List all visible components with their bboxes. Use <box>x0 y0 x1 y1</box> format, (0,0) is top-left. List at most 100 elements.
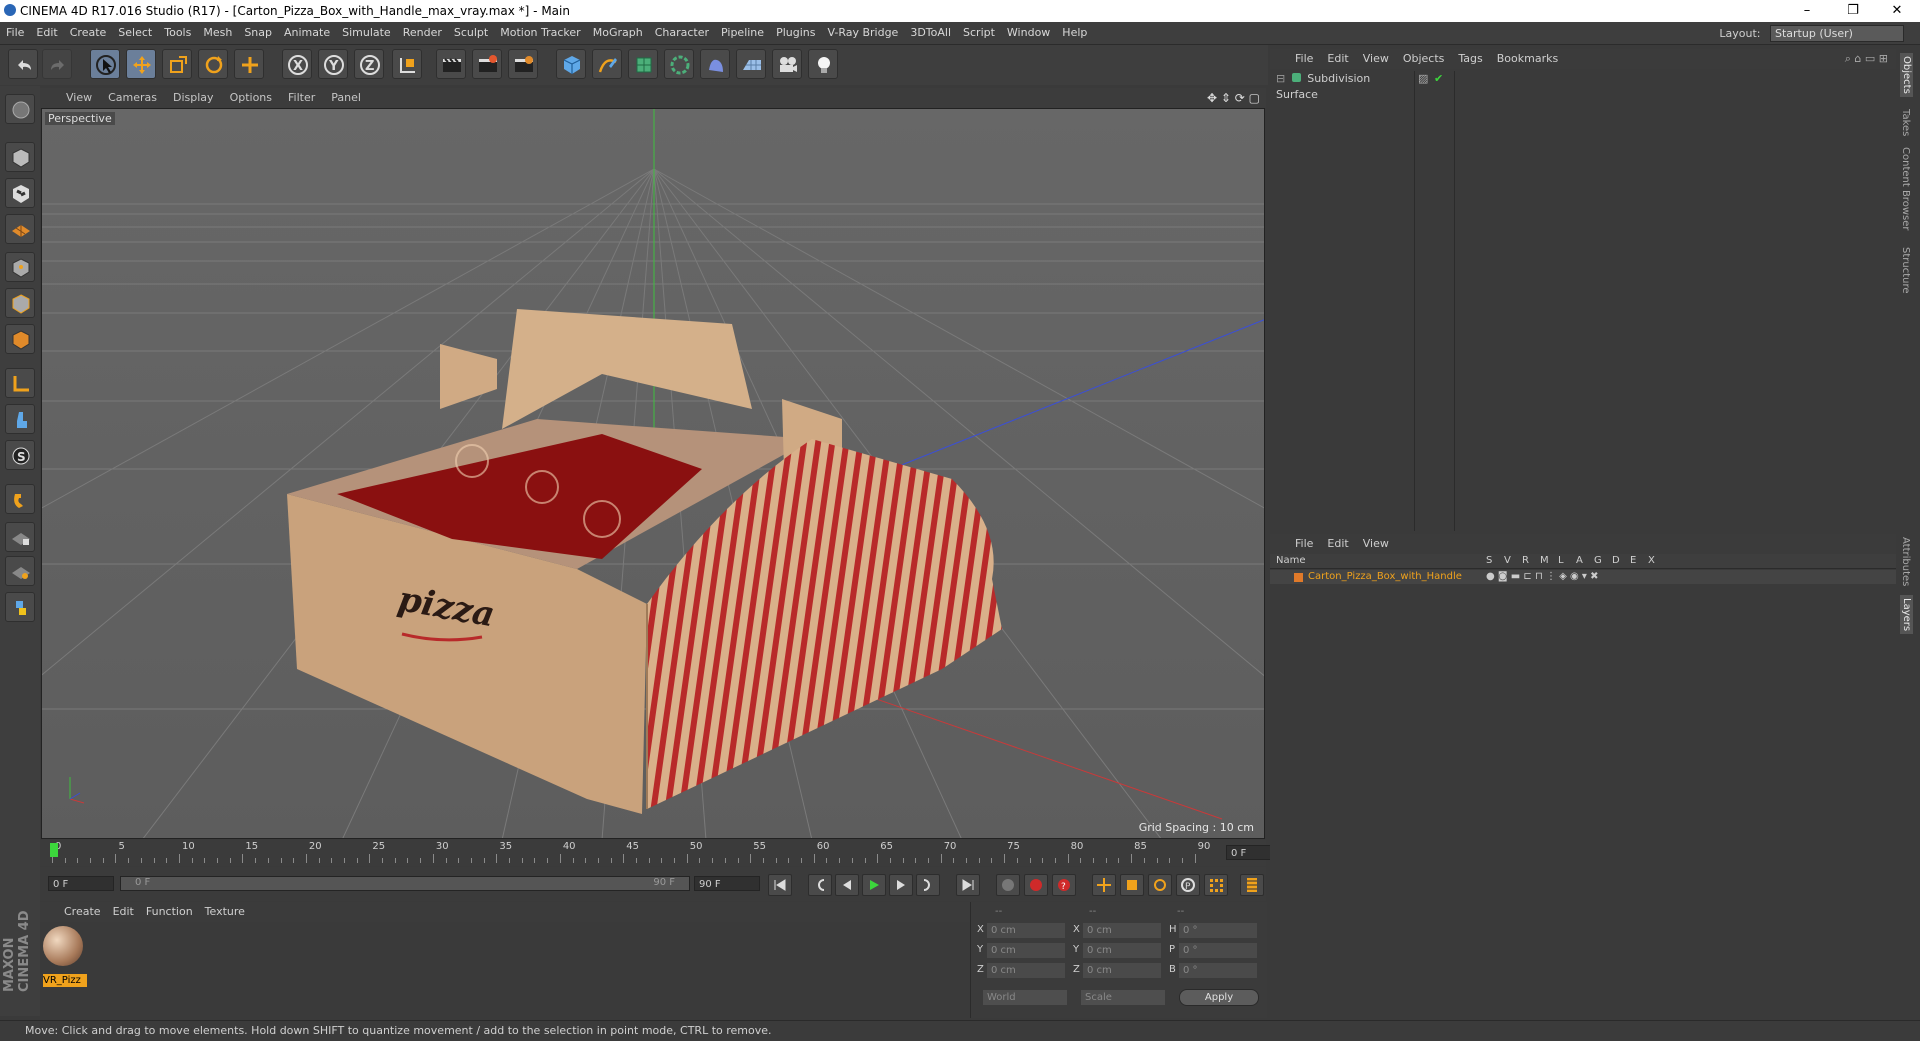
layer-color-swatch[interactable] <box>1294 573 1303 582</box>
side-tab-attributes[interactable]: Attributes <box>1900 537 1911 586</box>
apply-button[interactable]: Apply <box>1179 989 1259 1006</box>
camera-icon[interactable] <box>772 49 802 79</box>
rot-b-field[interactable]: 0 ° <box>1179 963 1257 978</box>
obj-menu-objects[interactable]: Objects <box>1396 49 1452 69</box>
enabled-check-icon[interactable]: ✔ <box>1434 72 1443 85</box>
layer-flag-icons[interactable]: ● ◙ ▬ ⊏ ⊓ ⋮ ◈ ◉ ▾ ✖ <box>1486 570 1598 584</box>
move-icon[interactable] <box>126 49 156 79</box>
obj-menu-bookmarks[interactable]: Bookmarks <box>1490 49 1565 69</box>
layer-flag-column-e[interactable]: E <box>1630 554 1636 568</box>
vp-menu-view[interactable]: View <box>58 88 100 108</box>
tweak-mode-icon[interactable] <box>5 404 35 434</box>
menu-snap[interactable]: Snap <box>238 22 278 44</box>
menu-character[interactable]: Character <box>649 22 715 44</box>
key-rotation-icon[interactable] <box>1148 874 1172 896</box>
side-tab-structure[interactable]: Structure <box>1900 247 1911 294</box>
menu-mograph[interactable]: MoGraph <box>587 22 649 44</box>
obj-menu-file[interactable]: File <box>1288 49 1320 69</box>
world-coord-icon[interactable] <box>392 49 422 79</box>
coord-system-dropdown[interactable]: World <box>983 990 1067 1005</box>
rot-h-field[interactable]: 0 ° <box>1179 923 1257 938</box>
obj-manager-search-icon[interactable]: ⌕ ⌂ ▭ ⊞ <box>1845 52 1888 66</box>
perspective-viewport[interactable]: pizza Perspective Grid Spacing : 10 cm <box>41 108 1265 839</box>
undo-icon[interactable] <box>8 49 38 79</box>
menu-mesh[interactable]: Mesh <box>197 22 238 44</box>
magnet-icon[interactable] <box>5 484 35 514</box>
render-picture-icon[interactable] <box>472 49 502 79</box>
playhead-marker[interactable] <box>50 843 58 857</box>
vp-menu-display[interactable]: Display <box>165 88 222 108</box>
edges-mode-icon[interactable] <box>5 288 35 318</box>
end-frame-field[interactable]: 90 F <box>694 876 760 891</box>
layer-flag-column-l[interactable]: L <box>1558 554 1564 568</box>
layer-menu-view[interactable]: View <box>1356 534 1396 554</box>
model-mode-icon[interactable] <box>5 142 35 172</box>
side-tab-content-browser[interactable]: Content Browser <box>1900 147 1911 230</box>
range-slider[interactable]: 0 F 90 F <box>120 876 690 891</box>
size-z-field[interactable]: 0 cm <box>1083 963 1161 978</box>
size-x-field[interactable]: 0 cm <box>1083 923 1161 938</box>
start-frame-field[interactable]: 0 F <box>48 876 114 891</box>
subdivision-icon[interactable] <box>628 49 658 79</box>
layer-flag-column-m[interactable]: M <box>1540 554 1549 568</box>
select-arrow-icon[interactable] <box>90 49 120 79</box>
minimize-button[interactable]: – <box>1784 0 1830 22</box>
timeline-window-icon[interactable] <box>1240 874 1264 896</box>
goto-end-icon[interactable] <box>956 874 980 896</box>
side-tab-layers[interactable]: Layers <box>1900 595 1913 635</box>
menu-select[interactable]: Select <box>112 22 158 44</box>
redo-icon[interactable] <box>42 49 72 79</box>
menu-pipeline[interactable]: Pipeline <box>715 22 770 44</box>
python-icon[interactable] <box>5 592 35 622</box>
planar-workplane-icon[interactable] <box>5 556 35 586</box>
object-row-subdivision-surface[interactable]: ⊟ Subdivision Surface <box>1270 71 1414 101</box>
size-y-field[interactable]: 0 cm <box>1083 943 1161 958</box>
layer-menu-file[interactable]: File <box>1288 534 1320 554</box>
obj-menu-view[interactable]: View <box>1356 49 1396 69</box>
menu-plugins[interactable]: Plugins <box>770 22 821 44</box>
floor-icon[interactable] <box>736 49 766 79</box>
menu-simulate[interactable]: Simulate <box>336 22 397 44</box>
goto-start-icon[interactable] <box>768 874 792 896</box>
texture-mode-icon[interactable] <box>5 178 35 208</box>
expand-toggle-icon[interactable]: ⊟ <box>1276 72 1285 85</box>
menu-create[interactable]: Create <box>64 22 113 44</box>
menu-sculpt[interactable]: Sculpt <box>448 22 494 44</box>
frame-ruler[interactable]: 0 5 10 15 20 25 30 35 40 45 50 55 60 65 70 75 80 85 90 <box>52 840 1220 866</box>
menu-window[interactable]: Window <box>1001 22 1056 44</box>
size-mode-dropdown[interactable]: Scale <box>1081 990 1165 1005</box>
vp-menu-options[interactable]: Options <box>222 88 280 108</box>
menu-edit[interactable]: Edit <box>30 22 63 44</box>
spline-pen-icon[interactable] <box>592 49 622 79</box>
maximize-button[interactable]: ❐ <box>1830 0 1876 22</box>
obj-menu-edit[interactable]: Edit <box>1320 49 1355 69</box>
points-mode-icon[interactable] <box>5 252 35 282</box>
make-editable-icon[interactable] <box>5 94 35 124</box>
layer-flag-column-g[interactable]: G <box>1594 554 1602 568</box>
pos-y-field[interactable]: 0 cm <box>987 943 1065 958</box>
layer-flag-column-v[interactable]: V <box>1504 554 1511 568</box>
prev-key-icon[interactable] <box>808 874 832 896</box>
edit-render-settings-icon[interactable] <box>508 49 538 79</box>
light-icon[interactable] <box>808 49 838 79</box>
key-scale-icon[interactable] <box>1120 874 1144 896</box>
key-position-icon[interactable] <box>1092 874 1116 896</box>
menu-3dtoall[interactable]: 3DToAll <box>904 22 957 44</box>
timeline-ruler[interactable]: 0 5 10 15 20 25 30 35 40 45 50 55 60 65 70 75 80 85 90 0 F <box>40 840 1286 866</box>
key-parameter-icon[interactable]: P <box>1176 874 1200 896</box>
record-keys-icon[interactable] <box>996 874 1020 896</box>
layout-dropdown[interactable]: Startup (User) <box>1770 25 1904 42</box>
mat-menu-create[interactable]: Create <box>58 902 107 922</box>
mat-menu-edit[interactable]: Edit <box>107 902 140 922</box>
render-view-icon[interactable] <box>436 49 466 79</box>
autokey-icon[interactable] <box>1024 874 1048 896</box>
array-icon[interactable] <box>664 49 694 79</box>
menu-motion-tracker[interactable]: Motion Tracker <box>494 22 586 44</box>
menu-file[interactable]: File <box>0 22 30 44</box>
layer-menu-edit[interactable]: Edit <box>1320 534 1355 554</box>
next-key-icon[interactable] <box>916 874 940 896</box>
vp-menu-cameras[interactable]: Cameras <box>100 88 165 108</box>
side-tab-objects[interactable]: Objects <box>1900 53 1913 97</box>
material-swatch[interactable]: VR_Pizz <box>43 926 87 987</box>
deformer-icon[interactable] <box>700 49 730 79</box>
